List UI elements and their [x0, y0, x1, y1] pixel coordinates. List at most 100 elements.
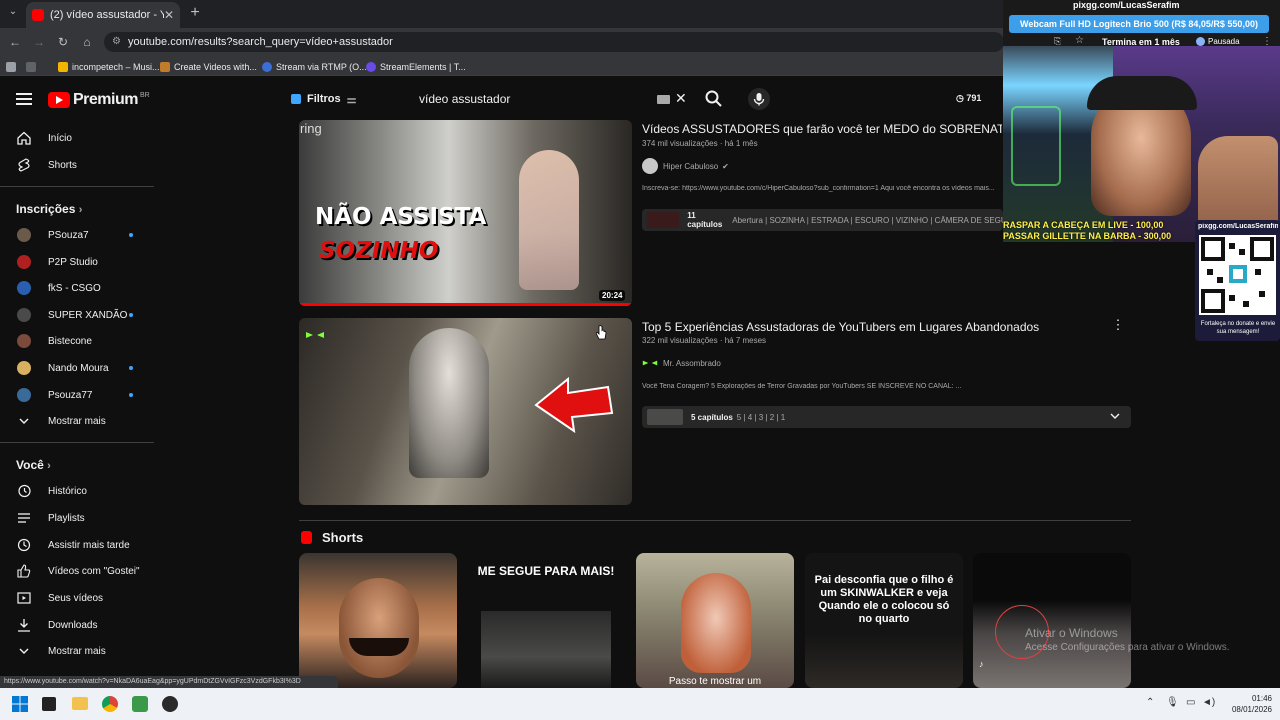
browser-tab[interactable]: (2) vídeo assustador - YouTube ✕: [26, 2, 180, 28]
sidebar-item-playlists[interactable]: Playlists: [0, 505, 154, 531]
search-icon[interactable]: [704, 89, 724, 109]
channel-row-1[interactable]: Hiper Cabuloso ✔: [642, 158, 729, 174]
short-face: [339, 578, 419, 678]
bookmark-incompetech[interactable]: incompetech – Musi...: [58, 60, 160, 74]
video-thumbnail-1[interactable]: NÃO ASSISTA SOZINHO ring 20:24: [299, 120, 632, 306]
video-title-2[interactable]: Top 5 Experiências Assustadoras de YouTu…: [642, 320, 1092, 334]
sidebar-item-fks-csgo[interactable]: fkS - CSGO: [0, 275, 154, 301]
short-card-5[interactable]: ♪: [973, 553, 1131, 688]
chapter-thumb: [647, 409, 683, 425]
avatar: [17, 361, 31, 375]
streamelements-icon: [366, 62, 376, 72]
mic-icon[interactable]: [748, 88, 770, 110]
short-card-2[interactable]: ME SEGUE PARA MAIS!: [467, 553, 625, 688]
history-icon: [16, 483, 32, 499]
bookmark-create-videos[interactable]: Create Videos with...: [160, 60, 257, 74]
bookmark-streamelements[interactable]: StreamElements | T...: [366, 60, 466, 74]
grid-icon[interactable]: [26, 60, 40, 74]
shorts-heading: Shorts: [301, 530, 363, 545]
bookmark-restream[interactable]: Stream via RTMP (O...: [262, 60, 367, 74]
back-icon[interactable]: ←: [6, 34, 24, 50]
task-view-icon[interactable]: [42, 697, 56, 711]
apps-icon[interactable]: [6, 60, 20, 74]
mic-tray-icon[interactable]: 🎙︎: [1166, 697, 1179, 708]
sidebar-item-bistecone[interactable]: Bistecone: [0, 328, 154, 354]
sidebar-item-shorts[interactable]: Shorts: [0, 152, 154, 178]
avatar: [17, 388, 31, 402]
home-icon: [16, 130, 32, 146]
tray-chevron-icon[interactable]: ⌃: [1146, 697, 1154, 708]
obs-icon[interactable]: [162, 696, 178, 712]
home-browser-icon[interactable]: ⌂: [78, 34, 96, 50]
bookmark-star-icon[interactable]: ☆: [1075, 35, 1084, 46]
thumbnail-text-line2: SOZINHO: [319, 238, 439, 264]
sidebar-item-liked-videos[interactable]: Vídeos com "Gostei": [0, 558, 154, 584]
more-actions-icon[interactable]: ⋮: [1110, 317, 1126, 333]
menu-icon[interactable]: [16, 90, 32, 106]
sidebar-item-nando-moura[interactable]: Nando Moura: [0, 355, 154, 381]
subscriptions-heading[interactable]: Inscrições ›: [16, 202, 82, 216]
sidebar-item-your-videos[interactable]: Seus vídeos: [0, 585, 154, 611]
you-heading[interactable]: Você ›: [16, 458, 51, 472]
short-image: [481, 611, 611, 688]
forward-icon[interactable]: →: [30, 34, 48, 50]
sidebar-item-inicio[interactable]: Início: [0, 125, 154, 151]
site-info-icon[interactable]: ⚙: [112, 32, 121, 52]
reload-icon[interactable]: ↻: [54, 34, 72, 50]
playlists-icon: [16, 510, 32, 526]
video-title-1[interactable]: Vídeos ASSUSTADORES que farão você ter M…: [642, 122, 1002, 136]
chevron-right-icon: ›: [47, 460, 51, 472]
chrome-icon[interactable]: [102, 696, 118, 712]
filters-button[interactable]: Filtros ⚌: [291, 91, 357, 107]
chapters-bar-2[interactable]: 5 capítulos 5 | 4 | 3 | 2 | 1: [642, 406, 1131, 428]
sidebar-item-psouza77[interactable]: Psouza77: [0, 382, 154, 408]
clock[interactable]: 01:46 08/01/2026: [1222, 693, 1272, 715]
channel-row-2[interactable]: Mr. Assombrado: [642, 356, 721, 370]
tab-search-icon[interactable]: ⌄: [4, 6, 22, 22]
thumbnail-corner-text: ring: [300, 121, 322, 136]
windows-start-icon[interactable]: [12, 696, 28, 712]
bars-icon: [160, 62, 170, 72]
channel-avatar: [642, 158, 658, 174]
app-icon[interactable]: [132, 696, 148, 712]
address-text: youtube.com/results?search_query=vídeo+a…: [128, 36, 393, 48]
show-more-you[interactable]: Mostrar mais: [0, 638, 154, 664]
show-more-subscriptions[interactable]: Mostrar mais: [0, 408, 154, 434]
sidebar-item-historico[interactable]: Histórico: [0, 478, 154, 504]
short-card-1[interactable]: [299, 553, 457, 688]
qr-footer: Fortaleça no donate e envie sua mensagem…: [1200, 321, 1276, 335]
short-card-3[interactable]: Passo te mostrar um: [636, 553, 794, 688]
video-thumbnail-2[interactable]: [299, 318, 632, 505]
new-tab-button[interactable]: +: [186, 4, 204, 22]
folder-icon: [58, 62, 68, 72]
network-icon[interactable]: ▭: [1186, 697, 1195, 708]
file-explorer-icon[interactable]: [72, 697, 88, 710]
sidebar-item-p2p-studio[interactable]: P2P Studio: [0, 249, 154, 275]
sidebar-item-watch-later[interactable]: Assistir mais tarde: [0, 532, 154, 558]
avatar: [17, 255, 31, 269]
close-tab-icon[interactable]: ✕: [164, 8, 174, 22]
donation-goals: RASPAR A CABEÇA EM LIVE - 100,00 PASSAR …: [1003, 220, 1172, 241]
short-mouth: [349, 638, 409, 656]
keyboard-icon[interactable]: [657, 95, 670, 104]
sidebar-divider: [0, 442, 154, 443]
address-bar[interactable]: ⚙ youtube.com/results?search_query=vídeo…: [104, 32, 1004, 52]
chapters-bar-1[interactable]: 11 capítulos Abertura | SOZINHA | ESTRAD…: [642, 209, 1003, 231]
windows-taskbar: ⌃ 🎙︎ ▭ ◄) 01:46 08/01/2026: [0, 688, 1280, 720]
thumbnail-figure: [409, 328, 489, 478]
short-card-4[interactable]: Pai desconfia que o filho é um SKINWALKE…: [805, 553, 963, 688]
sidebar-item-downloads[interactable]: Downloads: [0, 612, 154, 638]
sidebar-item-psouza7[interactable]: PSouza7: [0, 222, 154, 248]
sidebar-item-super-xandao[interactable]: SUPER XANDÃO: [0, 302, 154, 328]
profile-paused-button[interactable]: Pausada: [1196, 37, 1240, 46]
youtube-logo[interactable]: Premium BR: [48, 91, 150, 109]
watch-progress-bar: [299, 303, 632, 306]
channel-avatar: [642, 360, 658, 366]
video-desc-2: Você Tena Coragem? 5 Explorações de Terr…: [642, 383, 962, 390]
volume-icon[interactable]: ◄): [1202, 697, 1215, 708]
channel-eyes-icon: [306, 332, 324, 338]
chevron-down-icon[interactable]: [1109, 410, 1121, 424]
pix-qr-panel: pixgg.com/LucasSerafim Fortaleça no dona…: [1195, 220, 1280, 341]
video-meta-2: 322 mil visualizações · há 7 meses: [642, 336, 767, 345]
clear-search-icon[interactable]: ✕: [675, 90, 689, 106]
